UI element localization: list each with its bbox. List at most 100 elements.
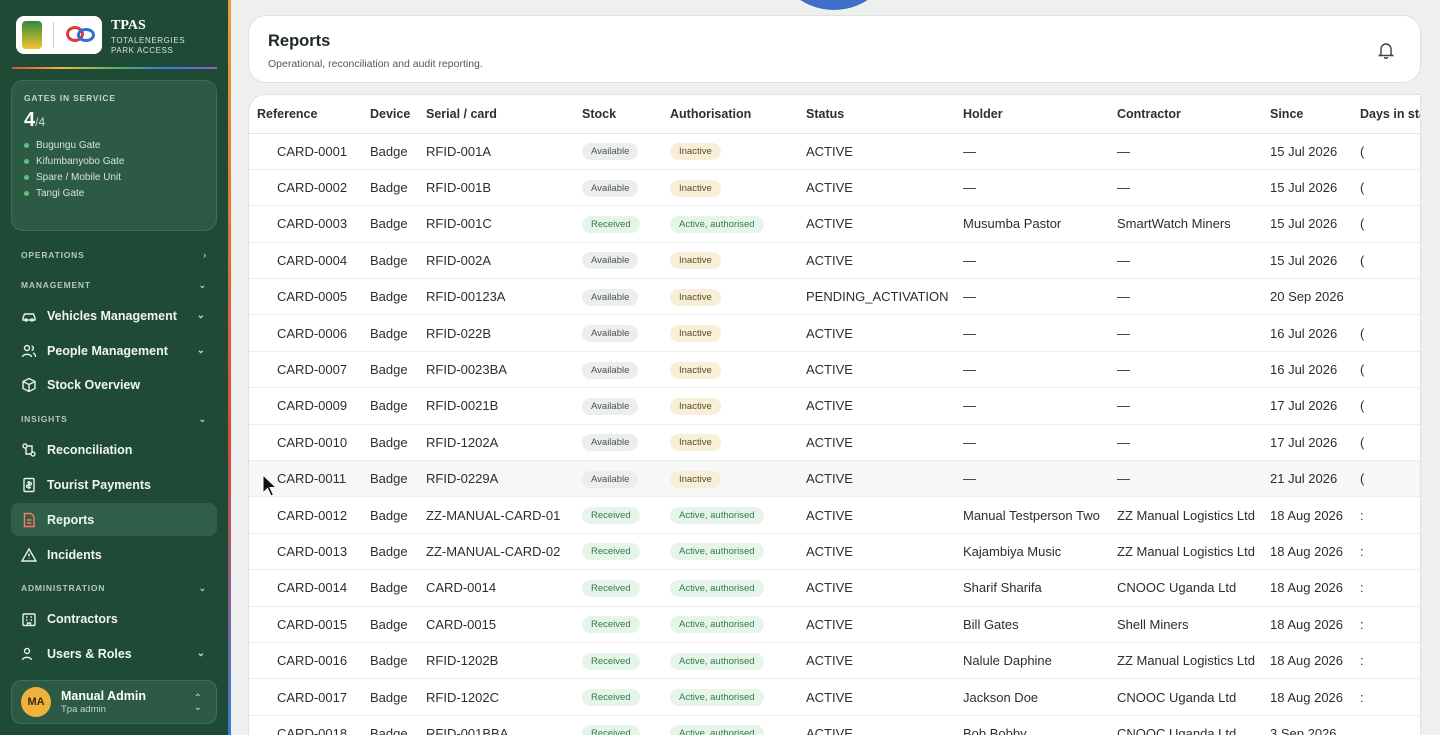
column-header[interactable]: Contractor: [1109, 95, 1262, 134]
gate-item: Kifumbanyobo Gate: [24, 156, 204, 167]
ref-cell: CARD-0015: [249, 606, 362, 643]
days-cell: :: [1352, 606, 1420, 643]
table-row[interactable]: CARD-0007 Badge RFID-0023BA Available Inacti…: [249, 351, 1420, 389]
brand-logo[interactable]: [16, 16, 102, 54]
status-dot-icon: [24, 143, 29, 148]
nav-incidents[interactable]: Incidents: [11, 538, 217, 571]
column-header[interactable]: Holder: [955, 95, 1109, 134]
days-cell: (: [1352, 460, 1420, 498]
column-header[interactable]: Authorisation: [662, 95, 798, 134]
table-row[interactable]: CARD-0017 Badge RFID-1202C Received Active, …: [249, 678, 1420, 716]
since-cell: 15 Jul 2026: [1262, 169, 1352, 207]
column-header[interactable]: Reference: [249, 95, 362, 134]
column-header[interactable]: Since: [1262, 95, 1352, 134]
stock-cell: Received: [574, 642, 662, 680]
people-icon: [21, 343, 37, 359]
section-label: MANAGEMENT: [21, 280, 91, 290]
authorisation-badge: Inactive: [670, 434, 721, 452]
since-cell: 21 Jul 2026: [1262, 460, 1352, 498]
nav-reconciliation[interactable]: Reconciliation: [11, 433, 217, 466]
nav-contractors[interactable]: Contractors: [11, 602, 217, 635]
ref-cell: CARD-0017: [249, 678, 362, 716]
table-row[interactable]: CARD-0005 Badge RFID-00123A Available Inacti…: [249, 278, 1420, 316]
sidebar: TPAS TOTALENERGIES PARK ACCESS GATES IN …: [0, 0, 228, 735]
contractor-cell: —: [1109, 314, 1262, 352]
column-header[interactable]: Device: [362, 95, 418, 134]
section-administration[interactable]: ADMINISTRATION ⌄: [21, 583, 207, 594]
table-row[interactable]: CARD-0012 Badge ZZ-MANUAL-CARD-01 Received A…: [249, 496, 1420, 534]
authorisation-badge: Active, authorised: [670, 725, 764, 735]
gate-name: Bugungu Gate: [36, 140, 101, 151]
authorisation-badge: Active, authorised: [670, 616, 764, 634]
section-operations[interactable]: OPERATIONS ›: [21, 250, 207, 260]
nav-label: Tourist Payments: [47, 477, 151, 492]
stock-badge: Available: [582, 361, 639, 379]
nav-users-roles[interactable]: Users & Roles ⌄: [11, 637, 217, 670]
section-management[interactable]: MANAGEMENT ⌄: [21, 280, 207, 291]
chevron-right-icon: ›: [203, 250, 207, 260]
serial-cell: RFID-0021B: [418, 387, 574, 425]
device-cell: Badge: [362, 242, 418, 280]
table-row[interactable]: CARD-0016 Badge RFID-1202B Received Active, …: [249, 642, 1420, 680]
nav-tourist-payments[interactable]: Tourist Payments: [11, 468, 217, 501]
page-subtitle: Operational, reconciliation and audit re…: [268, 58, 483, 70]
gate-name: Tangi Gate: [36, 188, 85, 199]
table-row[interactable]: CARD-0018 Badge RFID-001BBA Received Active,…: [249, 715, 1420, 735]
table-row[interactable]: CARD-0010 Badge RFID-1202A Available Inactiv…: [249, 424, 1420, 462]
device-cell: Badge: [362, 387, 418, 425]
nav-vehicles-management[interactable]: Vehicles Management ⌄: [11, 299, 217, 332]
since-cell: 16 Jul 2026: [1262, 314, 1352, 352]
stock-cell: Received: [574, 533, 662, 571]
column-header[interactable]: Days in sta: [1352, 95, 1420, 134]
table-row[interactable]: CARD-0011 Badge RFID-0229A Available Inactiv…: [249, 460, 1420, 498]
column-header[interactable]: Stock: [574, 95, 662, 134]
column-header[interactable]: Status: [798, 95, 955, 134]
serial-cell: RFID-001BBA: [418, 715, 574, 735]
chevron-down-icon: ⌄: [196, 310, 205, 321]
table-row[interactable]: CARD-0013 Badge ZZ-MANUAL-CARD-02 Received A…: [249, 533, 1420, 571]
table-row[interactable]: CARD-0015 Badge CARD-0015 Received Active, a…: [249, 606, 1420, 643]
table-row[interactable]: CARD-0002 Badge RFID-001B Available Inactive…: [249, 169, 1420, 207]
contractor-cell: —: [1109, 242, 1262, 280]
table-row[interactable]: CARD-0004 Badge RFID-002A Available Inactive…: [249, 242, 1420, 280]
ref-cell: CARD-0001: [249, 133, 362, 170]
stock-badge: Available: [582, 470, 639, 488]
since-cell: 3 Sep 2026: [1262, 715, 1352, 735]
table-row[interactable]: CARD-0006 Badge RFID-022B Available Inactive…: [249, 314, 1420, 352]
table-row[interactable]: CARD-0009 Badge RFID-0021B Available Inactiv…: [249, 387, 1420, 425]
ref-cell: CARD-0013: [249, 533, 362, 571]
stock-badge: Received: [582, 652, 640, 670]
table-row[interactable]: CARD-0001 Badge RFID-001A Available Inactive…: [249, 133, 1420, 170]
holder-cell: Bob Bobby: [955, 715, 1109, 735]
holder-cell: —: [955, 133, 1109, 170]
stock-cell: Available: [574, 169, 662, 207]
status-cell: PENDING_ACTIVATION: [798, 278, 955, 316]
holder-cell: —: [955, 169, 1109, 207]
holder-cell: —: [955, 424, 1109, 462]
days-cell: (: [1352, 387, 1420, 425]
serial-cell: RFID-002A: [418, 242, 574, 280]
user-menu[interactable]: MA Manual Admin Tpa admin ⌃ ⌄: [11, 680, 217, 724]
table-row[interactable]: CARD-0003 Badge RFID-001C Received Active, a…: [249, 205, 1420, 243]
status-cell: ACTIVE: [798, 351, 955, 389]
nav-label: People Management: [47, 343, 168, 358]
device-cell: Badge: [362, 496, 418, 534]
bell-icon[interactable]: [1377, 41, 1395, 60]
section-insights[interactable]: INSIGHTS ⌄: [21, 414, 207, 425]
ref-cell: CARD-0007: [249, 351, 362, 389]
serial-cell: RFID-022B: [418, 314, 574, 352]
authorisation-cell: Active, authorised: [662, 715, 798, 735]
stock-badge: Received: [582, 215, 640, 233]
nav-reports[interactable]: Reports: [11, 503, 217, 536]
since-cell: 15 Jul 2026: [1262, 205, 1352, 243]
column-header[interactable]: Serial / card: [418, 95, 574, 134]
nav-stock-overview[interactable]: Stock Overview: [11, 368, 217, 401]
stock-cell: Available: [574, 351, 662, 389]
nav-label: Users & Roles: [47, 646, 132, 661]
days-cell: (: [1352, 424, 1420, 462]
days-cell: (: [1352, 205, 1420, 243]
days-cell: :: [1352, 678, 1420, 716]
device-cell: Badge: [362, 460, 418, 498]
nav-people-management[interactable]: People Management ⌄: [11, 334, 217, 367]
table-row[interactable]: CARD-0014 Badge CARD-0014 Received Active, a…: [249, 569, 1420, 607]
